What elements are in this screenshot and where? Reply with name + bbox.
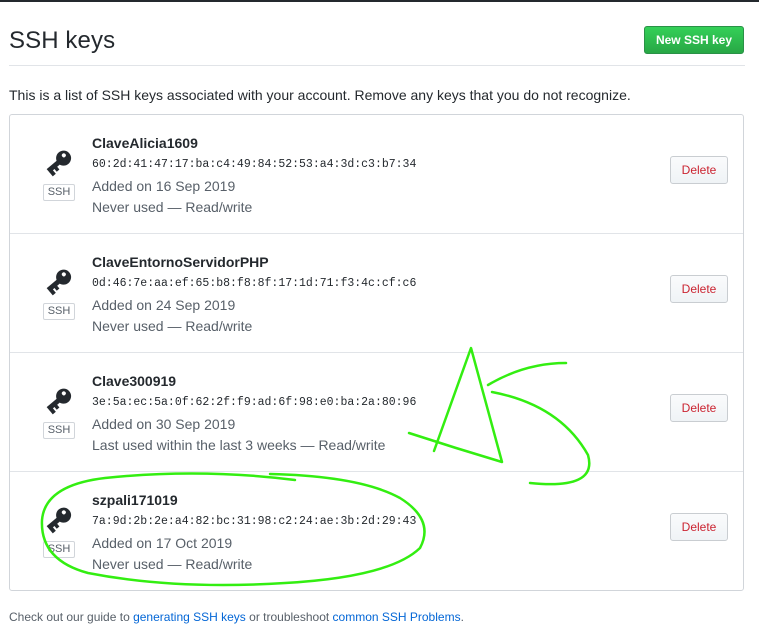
key-title: Clave300919 xyxy=(92,373,177,389)
top-border xyxy=(0,0,759,2)
key-added-date: Added on 16 Sep 2019 xyxy=(92,178,236,194)
ssh-badge: SSH xyxy=(43,422,75,439)
generating-ssh-keys-link[interactable]: generating SSH keys xyxy=(133,610,246,624)
ssh-key-row: SSH ClaveEntornoServidorPHP 0d:46:7e:aa:… xyxy=(10,234,743,353)
key-added-date: Added on 17 Oct 2019 xyxy=(92,535,233,551)
key-title: ClaveEntornoServidorPHP xyxy=(92,254,269,270)
ssh-key-row: SSH szpali171019 7a:9d:2b:2e:a4:82:bc:31… xyxy=(10,472,743,591)
key-added-date: Added on 30 Sep 2019 xyxy=(92,416,236,432)
ssh-key-row: SSH Clave300919 3e:5a:ec:5a:0f:62:2f:f9:… xyxy=(10,353,743,472)
key-usage: Never used — Read/write xyxy=(92,556,253,572)
intro-text: This is a list of SSH keys associated wi… xyxy=(9,87,631,103)
footer-text-middle: or troubleshoot xyxy=(245,610,333,624)
page-title: SSH keys xyxy=(9,27,116,54)
key-icon xyxy=(46,269,72,296)
key-usage: Never used — Read/write xyxy=(92,199,253,215)
delete-key-button[interactable]: Delete xyxy=(670,275,728,303)
key-fingerprint: 0d:46:7e:aa:ef:65:b8:f8:8f:17:1d:71:f3:4… xyxy=(92,277,417,290)
key-icon xyxy=(46,150,72,177)
key-fingerprint: 3e:5a:ec:5a:0f:62:2f:f9:ad:6f:98:e0:ba:2… xyxy=(92,396,417,409)
key-icon xyxy=(46,388,72,415)
key-added-date: Added on 24 Sep 2019 xyxy=(92,297,236,313)
ssh-badge: SSH xyxy=(43,541,75,558)
key-icon xyxy=(46,507,72,534)
ssh-key-row: SSH ClaveAlicia1609 60:2d:41:47:17:ba:c4… xyxy=(10,115,743,234)
delete-key-button[interactable]: Delete xyxy=(670,156,728,184)
help-footer: Check out our guide to generating SSH ke… xyxy=(9,610,464,624)
footer-text-suffix: . xyxy=(460,610,464,624)
new-ssh-key-button[interactable]: New SSH key xyxy=(643,26,744,54)
key-title: szpali171019 xyxy=(92,492,178,508)
key-title: ClaveAlicia1609 xyxy=(92,135,198,151)
key-fingerprint: 60:2d:41:47:17:ba:c4:49:84:52:53:a4:3d:c… xyxy=(92,158,417,171)
ssh-key-list: SSH ClaveAlicia1609 60:2d:41:47:17:ba:c4… xyxy=(9,114,744,591)
ssh-badge: SSH xyxy=(43,303,75,320)
common-ssh-problems-link[interactable]: common SSH Problems xyxy=(333,610,461,624)
footer-text-prefix: Check out our guide to xyxy=(9,610,134,624)
delete-key-button[interactable]: Delete xyxy=(670,513,728,541)
key-usage: Never used — Read/write xyxy=(92,318,253,334)
key-fingerprint: 7a:9d:2b:2e:a4:82:bc:31:98:c2:24:ae:3b:2… xyxy=(92,515,417,528)
ssh-badge: SSH xyxy=(43,184,75,201)
delete-key-button[interactable]: Delete xyxy=(670,394,728,422)
page-header: SSH keys New SSH key xyxy=(9,20,745,66)
key-usage: Last used within the last 3 weeks — Read… xyxy=(92,437,386,453)
